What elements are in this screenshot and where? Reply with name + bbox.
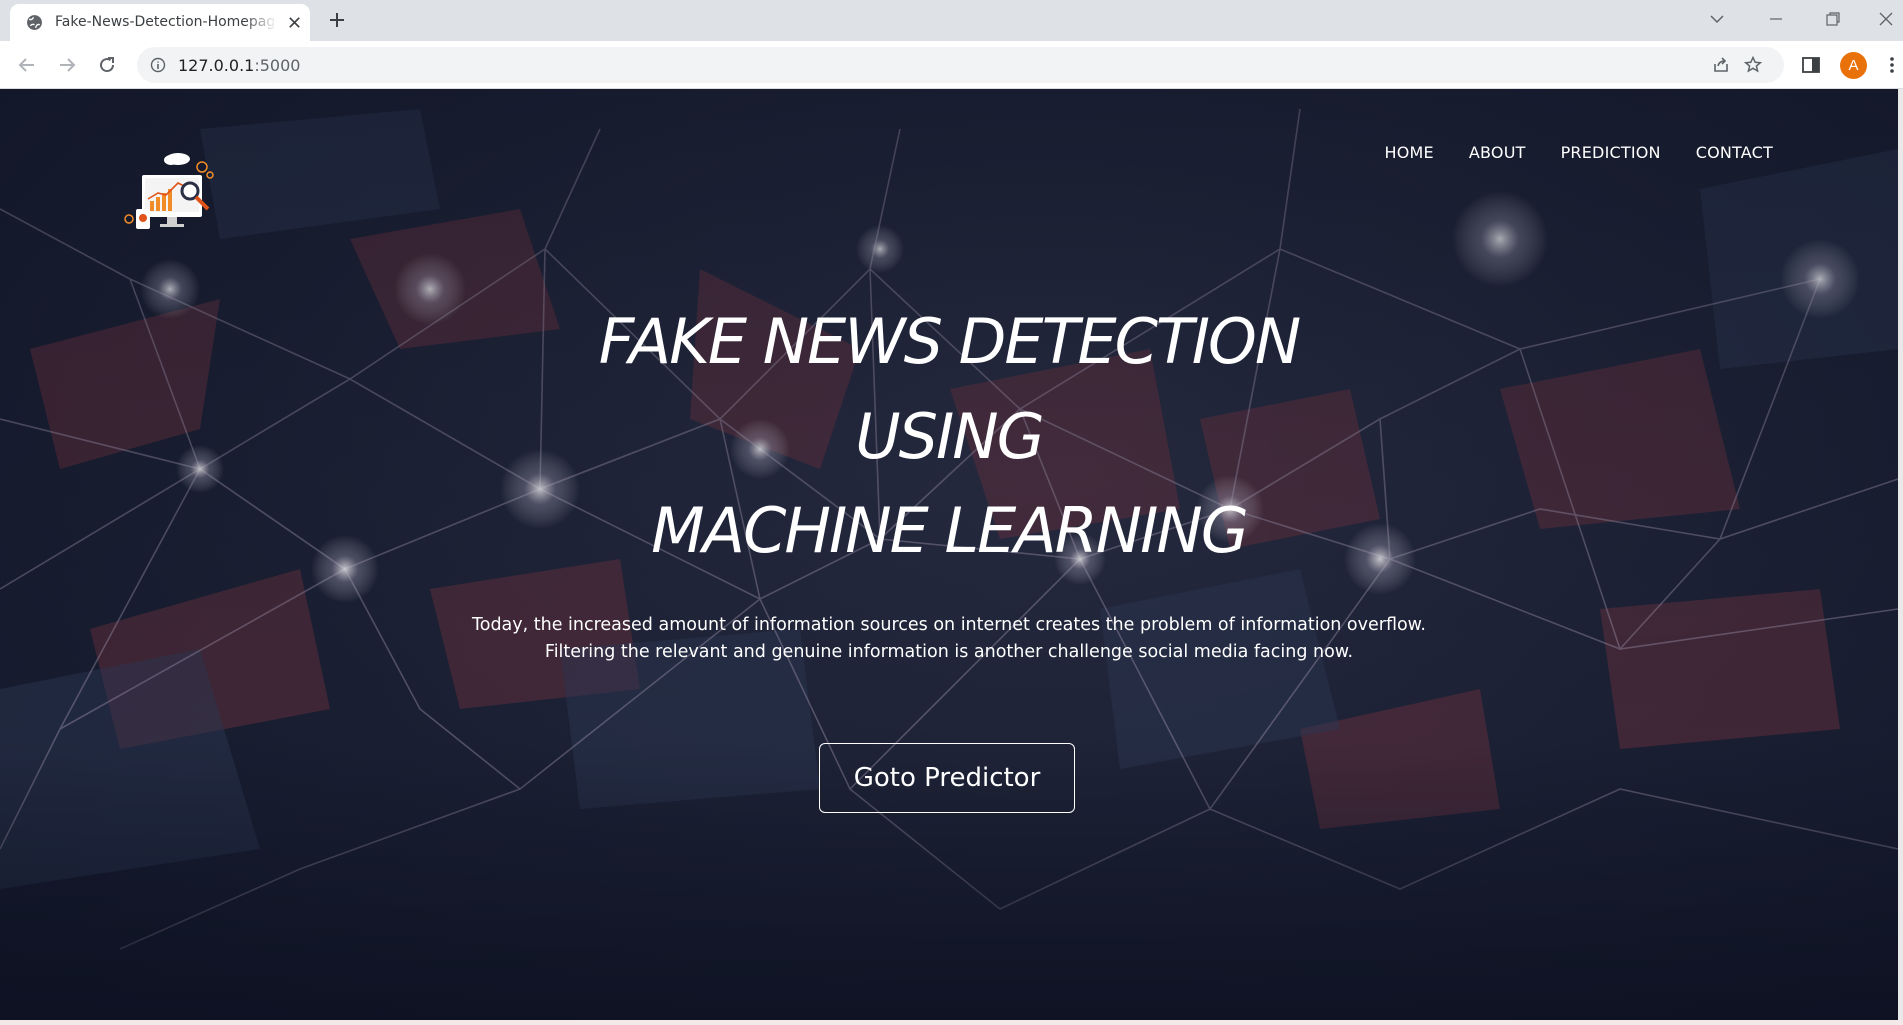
close-icon[interactable] <box>287 15 302 30</box>
goto-predictor-button[interactable]: Goto Predictor <box>819 743 1075 813</box>
reload-icon[interactable] <box>95 53 119 77</box>
tab-strip: Fake-News-Detection-Homepage <box>0 0 1903 41</box>
hero-title-line-2: USING <box>855 400 1044 473</box>
site-logo[interactable] <box>120 147 232 235</box>
url-host: 127.0.0.1 <box>178 56 255 75</box>
browser-toolbar: 127.0.0.1:5000 A <box>0 41 1903 89</box>
url-port: :5000 <box>254 56 301 75</box>
nav-about[interactable]: ABOUT <box>1469 143 1526 162</box>
info-icon[interactable] <box>150 57 166 73</box>
kebab-icon[interactable] <box>1881 54 1903 76</box>
star-icon[interactable] <box>1743 55 1763 75</box>
nav-prediction[interactable]: PREDICTION <box>1561 143 1661 162</box>
chevron-down-icon[interactable] <box>1707 9 1727 29</box>
main-nav: HOME ABOUT PREDICTION CONTACT <box>1385 143 1773 162</box>
share-icon[interactable] <box>1711 55 1731 75</box>
hero-title-line-1: FAKE NEWS DETECTION <box>598 305 1302 378</box>
tab-title: Fake-News-Detection-Homepage <box>55 14 277 30</box>
globe-icon <box>27 15 42 30</box>
nav-contact[interactable]: CONTACT <box>1696 143 1773 162</box>
page-scrollbar[interactable] <box>1898 89 1903 1020</box>
active-tab[interactable]: Fake-News-Detection-Homepage <box>10 4 310 41</box>
hero-description-line-2: Filtering the relevant and genuine infor… <box>544 642 1354 662</box>
forward-icon[interactable] <box>55 53 79 77</box>
nav-home[interactable]: HOME <box>1385 143 1434 162</box>
close-window-icon[interactable] <box>1876 9 1896 29</box>
restore-icon[interactable] <box>1823 9 1843 29</box>
hero-description-line-1: Today, the increased amount of informati… <box>472 615 1426 635</box>
back-icon[interactable] <box>15 53 39 77</box>
page-bottom-edge <box>0 1020 1903 1025</box>
address-bar[interactable]: 127.0.0.1:5000 <box>137 47 1784 83</box>
hero-title-line-3: MACHINE LEARNING <box>651 494 1249 567</box>
plus-icon[interactable] <box>327 10 347 30</box>
page-viewport: HOME ABOUT PREDICTION CONTACT FAKE NEWS … <box>0 89 1898 1020</box>
url-text[interactable]: 127.0.0.1:5000 <box>178 56 300 75</box>
avatar[interactable]: A <box>1840 52 1867 79</box>
minimize-icon[interactable] <box>1766 9 1786 29</box>
sidepanel-icon[interactable] <box>1800 54 1822 76</box>
